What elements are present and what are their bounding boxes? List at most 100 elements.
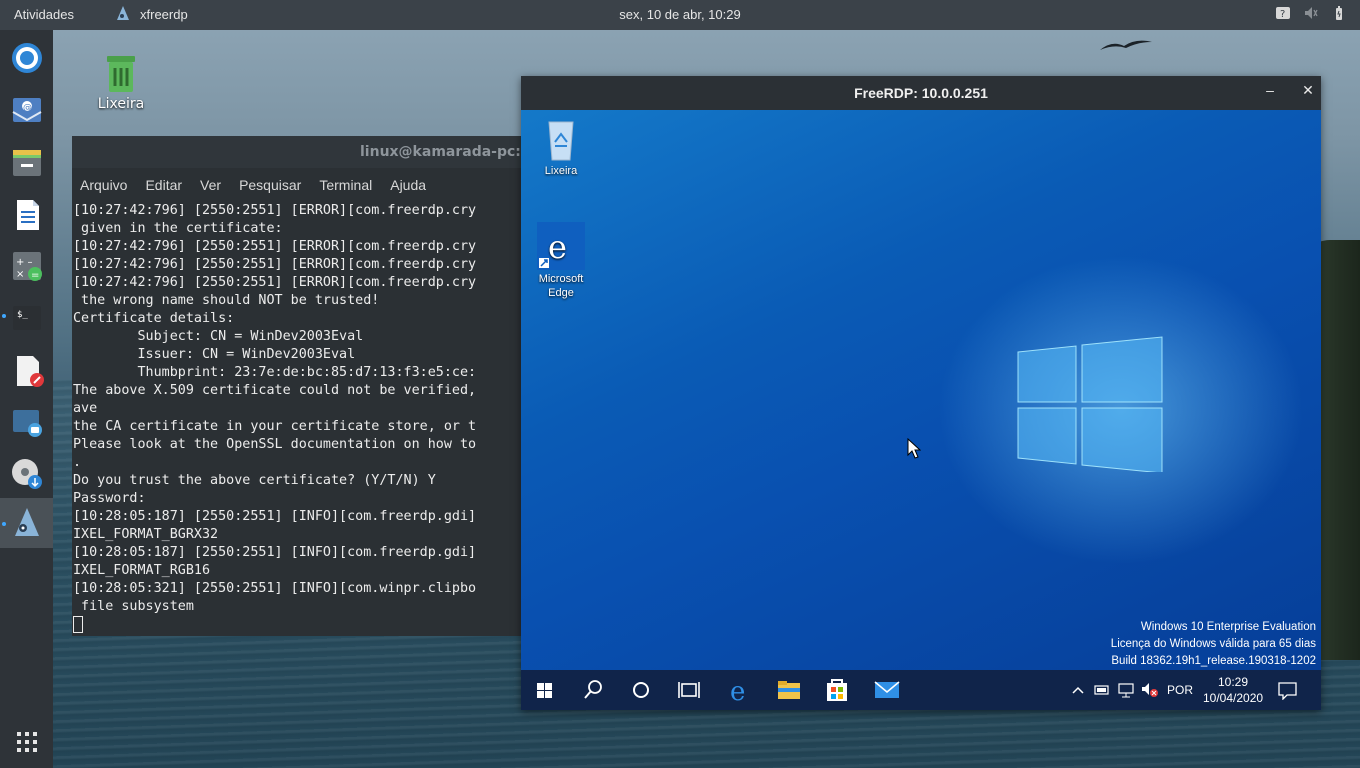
freerdp-title: FreeRDP: 10.0.0.251 [854, 85, 988, 101]
task-view-icon[interactable] [673, 674, 705, 706]
svg-text:$_: $_ [17, 310, 28, 320]
taskbar-date: 10/04/2020 [1203, 691, 1264, 705]
action-center-icon[interactable] [1277, 680, 1299, 700]
menu-ver[interactable]: Ver [200, 177, 221, 202]
disc-download-icon [12, 459, 42, 489]
desktop-trash[interactable]: Lixeira [92, 52, 150, 112]
dock-installer[interactable] [9, 456, 45, 492]
battery-tray-icon[interactable] [1093, 680, 1111, 700]
recycle-bin-label: Lixeira [544, 165, 578, 177]
bird-silhouette [1100, 40, 1152, 50]
minimize-button[interactable]: – [1259, 82, 1281, 104]
terminal-line: Do you trust the above certificate? (Y/T… [73, 473, 436, 488]
app-menu[interactable]: xfreerdp [116, 6, 188, 22]
dock-terminal[interactable]: $_ [9, 300, 45, 336]
desktop-trash-label: Lixeira [97, 96, 145, 112]
win-edge-shortcut[interactable]: e Microsoft Edge [530, 222, 592, 300]
document-icon [17, 200, 39, 230]
windows-desktop[interactable]: Lixeira e Microsoft Edge Windows 10 Ente… [521, 110, 1321, 670]
freerdp-titlebar[interactable]: FreeRDP: 10.0.0.251 – ✕ [521, 76, 1321, 110]
file-explorer-icon[interactable] [773, 674, 805, 706]
running-indicator [2, 314, 6, 318]
terminal-line: [10:28:05:321] [2550:2551] [INFO][com.wi… [73, 581, 477, 596]
menu-pesquisar[interactable]: Pesquisar [239, 177, 301, 202]
terminal-line: given in the certificate: [73, 221, 283, 236]
network-tray-icon[interactable] [1117, 680, 1135, 700]
trash-icon [107, 56, 135, 92]
cortana-icon[interactable] [625, 674, 657, 706]
freerdp-window[interactable]: FreeRDP: 10.0.0.251 – ✕ Lixeira e Micros… [521, 76, 1321, 710]
running-indicator [2, 522, 6, 526]
mail-icon: @ [12, 98, 42, 122]
terminal-line: [10:28:05:187] [2550:2551] [INFO][com.fr… [73, 509, 477, 524]
menu-editar[interactable]: Editar [145, 177, 182, 202]
gnome-top-bar: Atividades xfreerdp sex, 10 de abr, 10:2… [0, 0, 1360, 30]
menu-arquivo[interactable]: Arquivo [80, 177, 127, 202]
volume-muted-icon[interactable] [1304, 6, 1318, 20]
app-menu-label: xfreerdp [140, 6, 188, 22]
svg-text:=: = [31, 270, 39, 281]
terminal-line: [10:27:42:796] [2550:2551] [ERROR][com.f… [73, 203, 477, 218]
svg-text:?: ? [1280, 9, 1285, 20]
terminal-output[interactable]: [10:27:42:796] [2550:2551] [ERROR][com.f… [72, 202, 522, 636]
taskbar-time: 10:29 [1217, 675, 1249, 689]
show-applications-button[interactable] [9, 724, 45, 760]
browser-icon [12, 43, 42, 73]
system-tray[interactable]: ? [1276, 6, 1346, 20]
dock-mail[interactable]: @ [9, 92, 45, 128]
chevron-up-icon[interactable] [1071, 680, 1085, 700]
dock-chromium[interactable] [9, 40, 45, 76]
terminal-line: IXEL_FORMAT_RGB16 [73, 563, 211, 578]
terminal-line: [10:27:42:796] [2550:2551] [ERROR][com.f… [73, 275, 477, 290]
svg-text:e: e [548, 228, 567, 266]
start-icon[interactable] [529, 674, 561, 706]
terminal-line: Certificate details: [73, 311, 235, 326]
volume-muted-tray-icon[interactable] [1141, 680, 1159, 700]
terminal-line: the wrong name should NOT be trusted! [73, 293, 380, 308]
watermark-build: Build 18362.19h1_release.190318-1202 [1111, 655, 1316, 667]
text-editor-icon [17, 356, 44, 387]
terminal-window[interactable]: linux@kamarada-pc:~ Arquivo Editar Ver P… [72, 136, 522, 636]
language-indicator[interactable]: POR [1167, 683, 1193, 697]
dock-text-editor[interactable] [9, 352, 45, 388]
svg-text:@: @ [23, 103, 32, 113]
terminal-line: The above X.509 certificate could not be… [73, 383, 477, 398]
dock-remmina-freerdp[interactable] [9, 506, 45, 542]
dock-writer[interactable] [9, 196, 45, 232]
text-cursor [73, 616, 83, 633]
taskbar-clock[interactable]: 10:29 10/04/2020 [1203, 674, 1263, 706]
close-button[interactable]: ✕ [1297, 82, 1319, 104]
menu-ajuda[interactable]: Ajuda [390, 177, 426, 202]
freerdp-app-icon [117, 6, 129, 20]
edge-label-2: Edge [548, 287, 574, 299]
win-recycle-bin[interactable]: Lixeira [530, 118, 592, 178]
search-icon[interactable] [577, 674, 609, 706]
date-time-clock[interactable]: sex, 10 de abr, 10:29 [619, 7, 740, 22]
terminal-line: Issuer: CN = WinDev2003Eval [73, 347, 356, 362]
terminal-icon: $_ [13, 306, 41, 330]
recycle-bin-icon [548, 121, 574, 161]
terminal-line: the CA certificate in your certificate s… [73, 419, 477, 434]
dock-calculator[interactable]: + – × = [9, 248, 45, 284]
mail-taskbar-icon[interactable] [871, 674, 903, 706]
dock-screenshot[interactable] [9, 404, 45, 440]
terminal-line: . [73, 455, 82, 470]
store-icon[interactable] [821, 674, 853, 706]
calculator-icon: + –× = [13, 252, 42, 281]
battery-icon[interactable] [1332, 6, 1346, 20]
terminal-line: IXEL_FORMAT_BGRX32 [73, 527, 219, 542]
dash-dock: @ + – × = $_ [0, 30, 53, 768]
edge-taskbar-icon[interactable]: e [724, 674, 756, 706]
svg-text:e: e [730, 677, 745, 706]
svg-text:×: × [16, 269, 24, 280]
terminal-line: Subject: CN = WinDev2003Eval [73, 329, 364, 344]
menu-terminal[interactable]: Terminal [319, 177, 372, 202]
terminal-prompt[interactable] [73, 616, 522, 636]
help-icon[interactable]: ? [1276, 6, 1290, 20]
file-manager-icon [13, 150, 41, 176]
svg-text:+ –: + – [16, 257, 33, 268]
activities-button[interactable]: Atividades [14, 7, 74, 22]
watermark-license: Licença do Windows válida para 65 dias [1110, 638, 1316, 650]
dock-files[interactable] [9, 144, 45, 180]
terminal-title: linux@kamarada-pc:~ [72, 136, 522, 168]
